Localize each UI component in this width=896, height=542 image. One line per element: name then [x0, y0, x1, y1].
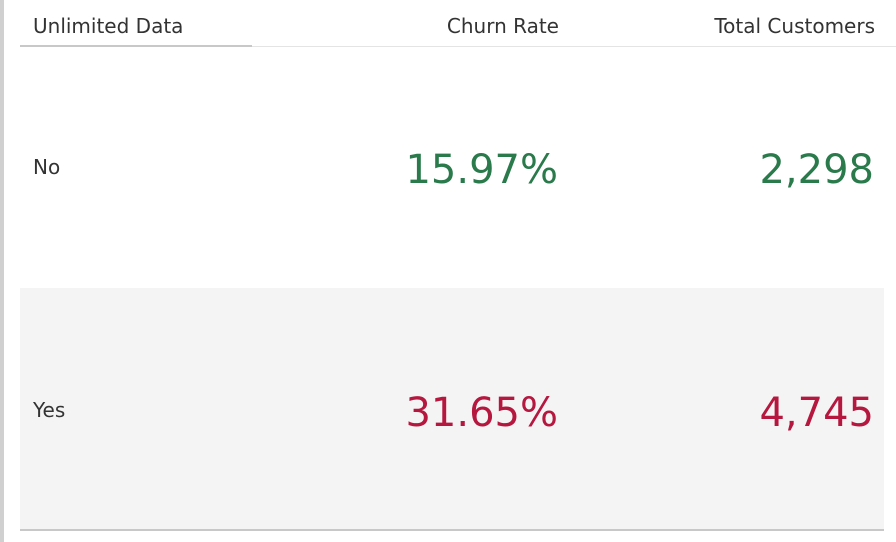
row-label: No: [33, 155, 61, 179]
churn-rate-value: 31.65%: [405, 390, 558, 436]
total-customers-value: 2,298: [759, 147, 874, 193]
header-churn-rate[interactable]: Churn Rate: [447, 14, 559, 38]
total-customers-value: 4,745: [759, 390, 874, 436]
header-total-customers[interactable]: Total Customers: [714, 14, 875, 38]
header-unlimited-data[interactable]: Unlimited Data: [33, 14, 183, 38]
left-border: [0, 0, 4, 542]
table-row[interactable]: No 15.97% 2,298: [20, 47, 884, 288]
churn-rate-value: 15.97%: [405, 147, 558, 193]
row-label: Yes: [33, 398, 66, 422]
crosstab-viz: Unlimited Data Churn Rate Total Customer…: [0, 0, 896, 542]
table-row[interactable]: Yes 31.65% 4,745: [20, 288, 884, 529]
bottom-divider: [20, 529, 884, 531]
header-row: Unlimited Data Churn Rate Total Customer…: [0, 0, 896, 47]
